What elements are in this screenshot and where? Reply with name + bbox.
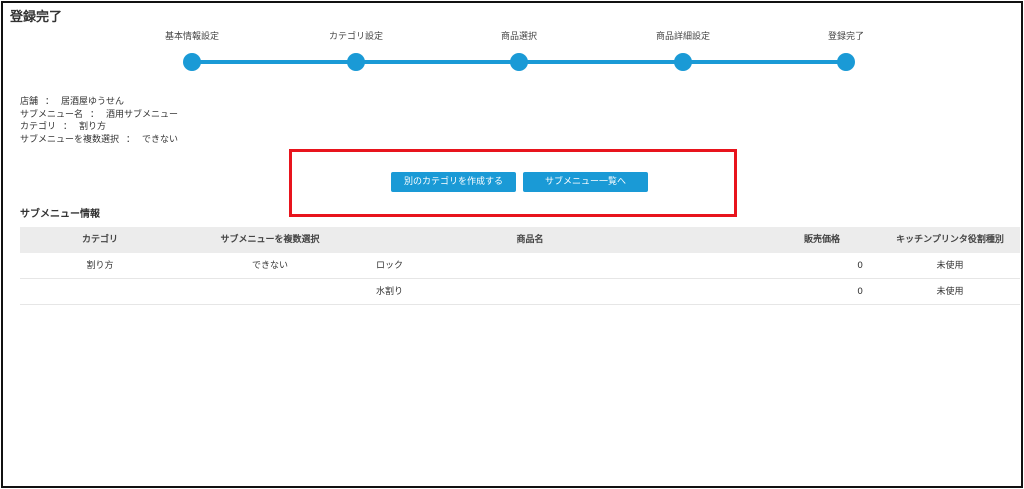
table-row: 割り方 できない ロック 0 未使用 (20, 253, 1020, 279)
cell-item-name: 水割り (376, 287, 404, 297)
column-header-multi-select: サブメニューを複数選択 (220, 235, 320, 245)
step-dot (674, 53, 692, 71)
column-header-item-name: 商品名 (516, 235, 544, 245)
submenu-list-button[interactable]: サブメニュー一覧へ (523, 172, 648, 192)
summary-submenu-name: サブメニュー名：酒用サブメニュー (20, 109, 179, 120)
column-header-price: 販売価格 (803, 235, 840, 245)
step-complete: 登録完了 (804, 30, 888, 71)
summary-store: 店舗：居酒屋ゆうせん (20, 97, 125, 107)
cell-multi-select: できない (251, 261, 288, 271)
step-basic-info: 基本情報設定 (150, 30, 234, 71)
step-dot (837, 53, 855, 71)
step-label: カテゴリ設定 (328, 32, 383, 42)
cell-category: 割り方 (86, 261, 114, 271)
column-header-category: カテゴリ (81, 235, 118, 245)
step-label: 基本情報設定 (164, 32, 219, 42)
summary-category: カテゴリ：割り方 (20, 122, 107, 132)
cell-price: 0 (857, 261, 863, 271)
section-title: サブメニュー情報 (20, 209, 100, 220)
step-dot (510, 53, 528, 71)
step-category: カテゴリ設定 (314, 30, 398, 71)
cell-printer: 未使用 (936, 261, 964, 271)
step-dot (183, 53, 201, 71)
step-label: 登録完了 (827, 32, 864, 42)
step-item-detail: 商品詳細設定 (641, 30, 725, 71)
page-title: 登録完了 (10, 10, 63, 25)
step-dot (347, 53, 365, 71)
cell-item-name: ロック (376, 261, 404, 271)
cell-printer: 未使用 (936, 287, 964, 297)
table-row: 水割り 0 未使用 (20, 279, 1020, 305)
table-header: カテゴリ サブメニューを複数選択 商品名 販売価格 キッチンプリンタ役割種別 (20, 227, 1020, 253)
progress-stepper: 基本情報設定 カテゴリ設定 商品選択 商品詳細設定 登録完了 (150, 30, 910, 80)
registration-summary: 店舗：居酒屋ゆうせん サブメニュー名：酒用サブメニュー カテゴリ：割り方 サブメ… (20, 96, 178, 146)
summary-multi-select: サブメニューを複数選択：できない (20, 134, 179, 145)
create-another-category-button[interactable]: 別のカテゴリを作成する (391, 172, 516, 192)
step-label: 商品詳細設定 (655, 32, 710, 42)
submenu-info-table: カテゴリ サブメニューを複数選択 商品名 販売価格 キッチンプリンタ役割種別 割… (20, 227, 1020, 305)
step-label: 商品選択 (500, 32, 537, 42)
step-item-select: 商品選択 (477, 30, 561, 71)
column-header-printer: キッチンプリンタ役割種別 (896, 235, 1004, 245)
cell-price: 0 (857, 287, 863, 297)
